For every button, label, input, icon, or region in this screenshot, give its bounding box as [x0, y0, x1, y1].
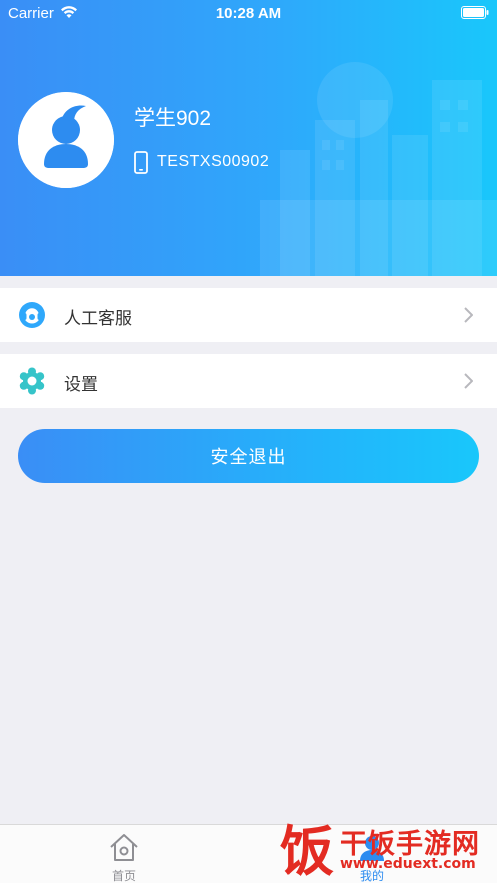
profile-header: Carrier 10:28 AM 学生902 TESTXS00902 — [0, 0, 497, 276]
watermark-url: www.eduext.com — [340, 856, 476, 872]
svg-text:饭: 饭 — [280, 820, 334, 880]
menu-item-label: 设置 — [64, 375, 98, 394]
home-icon — [110, 834, 138, 861]
user-name: 学生902 — [134, 107, 212, 130]
battery-icon — [461, 6, 489, 19]
settings-gear-icon — [19, 367, 45, 395]
phone-icon — [134, 151, 148, 174]
tab-home[interactable]: 首页 — [84, 825, 164, 883]
menu-item-settings[interactable]: 设置 — [0, 354, 497, 408]
status-time: 10:28 AM — [215, 5, 282, 22]
avatar[interactable] — [18, 92, 114, 188]
chevron-right-icon — [464, 373, 473, 389]
user-avatar-icon — [18, 92, 114, 188]
customer-service-icon — [19, 302, 45, 328]
watermark-logo: 饭 — [280, 820, 334, 880]
city-skyline-decoration — [260, 62, 497, 276]
menu-item-customer-service[interactable]: 人工客服 — [0, 288, 497, 342]
user-account-id: TESTXS00902 — [157, 153, 270, 170]
site-watermark: 饭 干饭手游网 www.eduext.com — [278, 818, 494, 883]
menu-item-label: 人工客服 — [64, 309, 132, 328]
tab-label: 首页 — [111, 869, 136, 883]
chevron-right-icon — [464, 307, 473, 323]
logout-button[interactable]: 安全退出 — [18, 429, 479, 483]
status-bar: Carrier 10:28 AM — [0, 0, 497, 26]
